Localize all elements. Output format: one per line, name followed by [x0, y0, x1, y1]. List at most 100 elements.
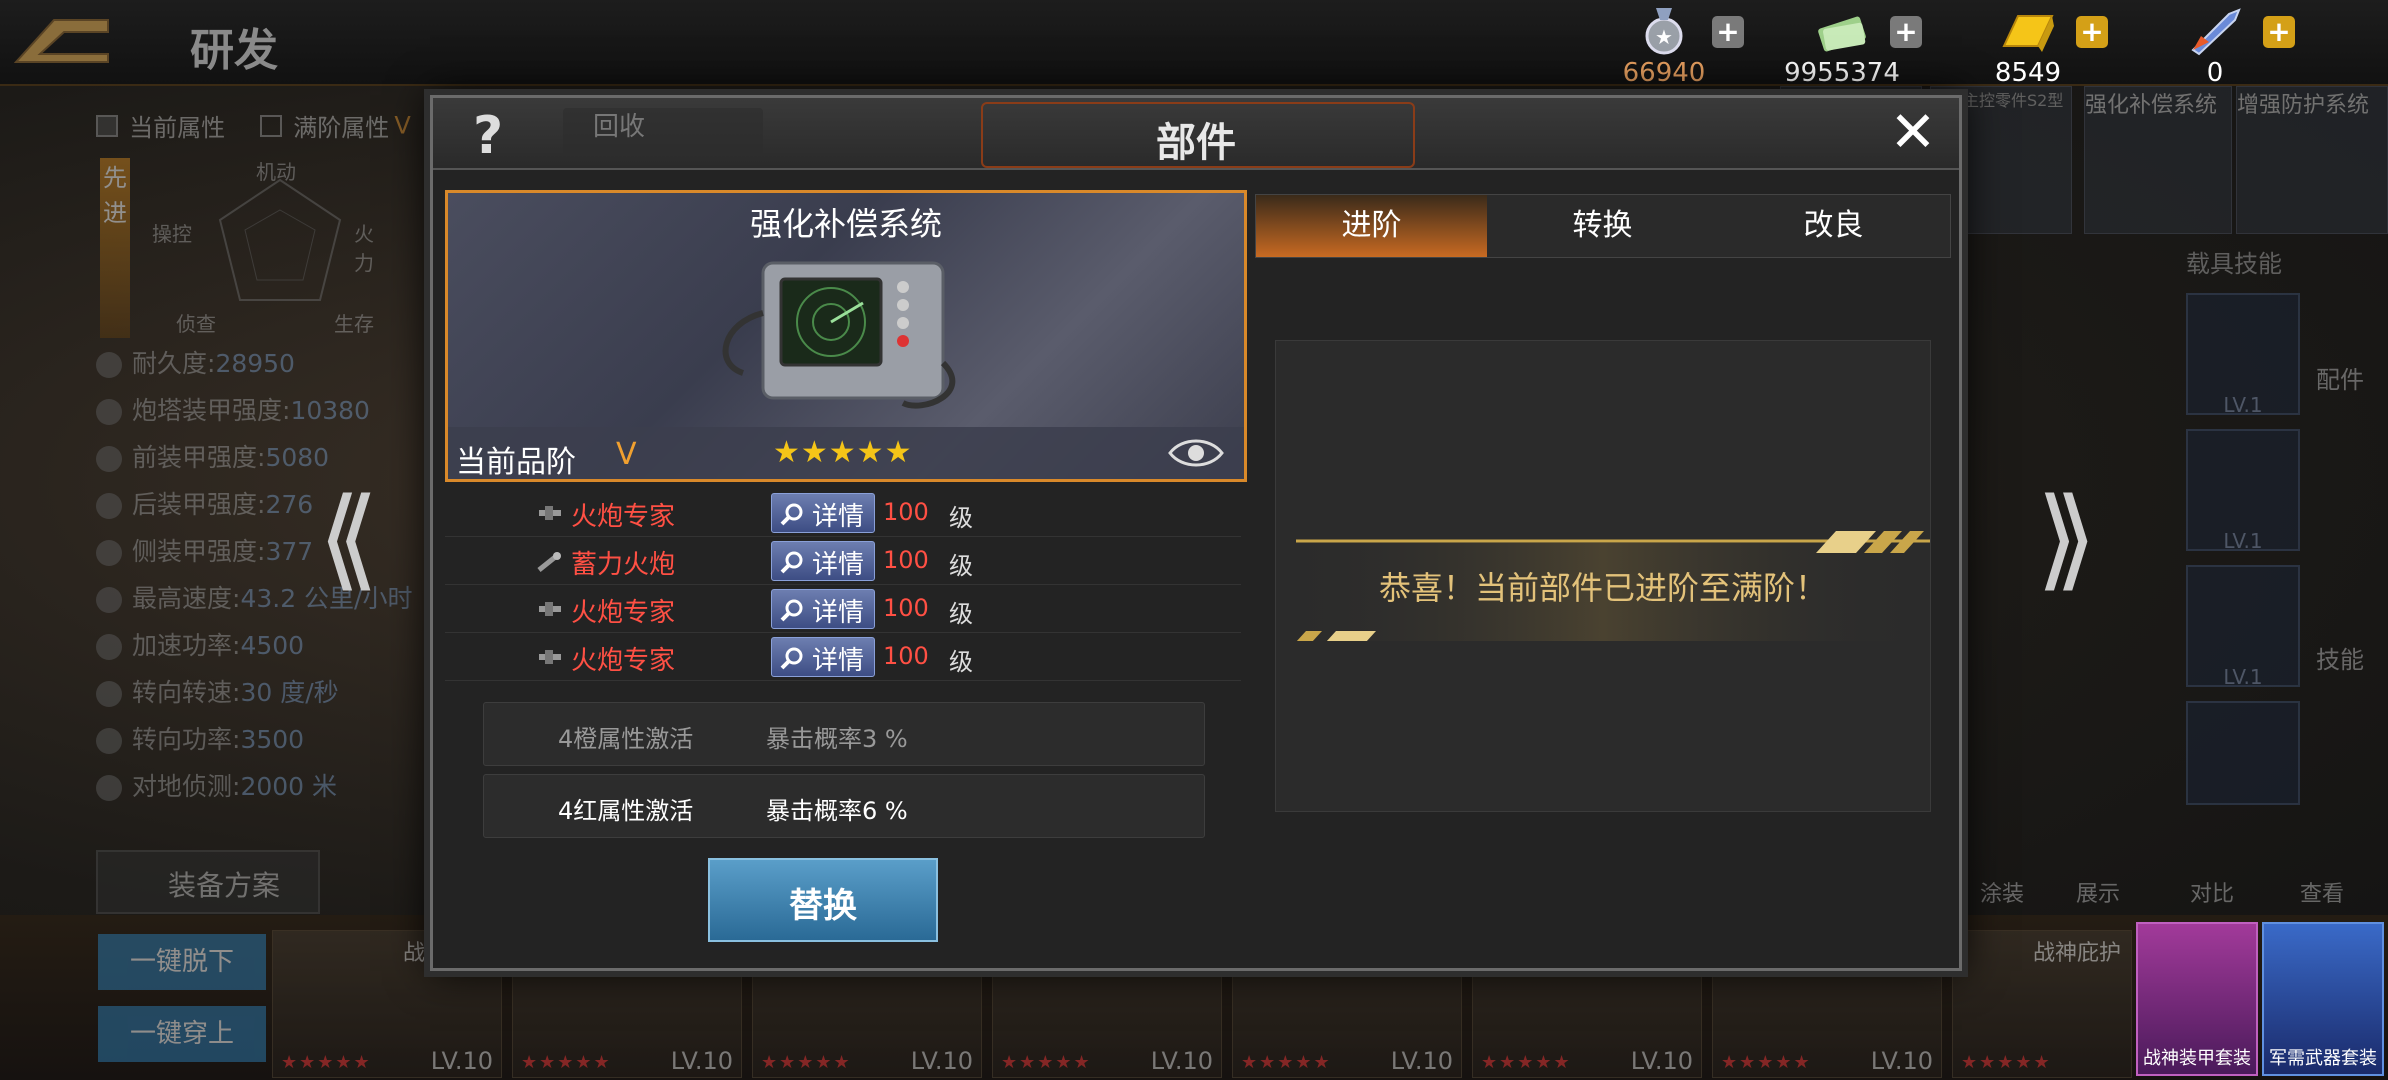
power-icon: [96, 728, 122, 754]
attr-toggle[interactable]: 当前属性 满阶属性 V: [96, 108, 416, 146]
tab-improve[interactable]: 改良: [1718, 195, 1949, 257]
set-badge-supply[interactable]: 军需武器套装: [2262, 922, 2384, 1076]
magnifier-icon: [780, 551, 803, 574]
radar-chart: 机动 操控 火力 侦查 生存: [90, 150, 390, 336]
detail-button[interactable]: 详情: [771, 589, 875, 629]
page-title: 研发: [190, 25, 278, 76]
detail-button[interactable]: 详情: [771, 637, 875, 677]
eye-icon[interactable]: [1168, 435, 1224, 471]
skill-level: 100: [883, 546, 929, 574]
skills-side-tab[interactable]: 技能: [2316, 640, 2364, 675]
tab-content: 恭喜！当前部件已进阶至满阶！: [1275, 340, 1931, 812]
skill-slot[interactable]: LV.1: [2186, 293, 2300, 417]
resource-cash: + 9955374: [1780, 6, 1922, 88]
svg-text:★: ★: [1655, 25, 1673, 49]
stat-row: 耐久度:28950: [96, 340, 436, 387]
compare-button[interactable]: 对比: [2190, 876, 2234, 908]
skill-level-unit: 级: [949, 648, 973, 676]
replace-button[interactable]: 替换: [708, 858, 938, 942]
radar-label-left: 操控: [152, 222, 192, 246]
parts-side-tab[interactable]: 配件: [2316, 360, 2364, 395]
equipment-slot[interactable]: 战神庇护 ★★★★★: [1952, 930, 2132, 1078]
cannon-icon: [539, 650, 561, 664]
part-slot[interactable]: 强化补偿系统: [2084, 86, 2232, 234]
bottom-actions: 涂装 展示 对比 查看: [1950, 820, 2370, 910]
detail-button[interactable]: 详情: [771, 493, 875, 533]
radar-label-bottom-left: 侦查: [176, 312, 216, 336]
resource-gold: + 8549: [1980, 6, 2108, 88]
stats-list: 耐久度:28950 炮塔装甲强度:10380 前装甲强度:5080 后装甲强度:…: [96, 340, 436, 810]
tab-advance[interactable]: 进阶: [1256, 195, 1487, 257]
stat-row: 加速功率:4500: [96, 622, 436, 669]
skill-level-unit: 级: [949, 600, 973, 628]
part-name: 强化补偿系统: [749, 205, 942, 243]
next-part-arrow[interactable]: ⟫: [2036, 478, 2097, 598]
set-badge-wargod[interactable]: 战神装甲套装: [2136, 922, 2258, 1076]
unequip-all-button[interactable]: 一键脱下: [98, 934, 266, 990]
paint-button[interactable]: 涂装: [1980, 876, 2024, 908]
magnifier-icon: [780, 503, 803, 526]
resource-rocket: + 0: [2170, 6, 2295, 88]
help-icon[interactable]: ?: [473, 106, 533, 166]
grade-label: 当前品阶: [456, 445, 576, 480]
medal-icon: ★ +: [1636, 6, 1744, 56]
top-bar: 研发 ★ + 66940 + 9955374 + 8549 + 0: [0, 0, 2388, 88]
medal-value: 66940: [1622, 58, 1706, 88]
stat-row: 炮塔装甲强度:10380: [96, 387, 436, 434]
recycle-label: 回收: [593, 112, 646, 142]
skill-name: 蓄力火炮: [571, 550, 676, 580]
radar-label-top: 机动: [256, 160, 296, 184]
skill-slot[interactable]: LV.1: [2186, 565, 2300, 689]
armor-icon: [96, 540, 122, 566]
close-icon[interactable]: ✕: [1883, 103, 1943, 163]
prev-part-arrow[interactable]: ⟪: [318, 478, 379, 598]
add-cash-button[interactable]: +: [1890, 16, 1922, 48]
equip-all-button[interactable]: 一键穿上: [98, 1006, 266, 1062]
max-attr-grade: V: [394, 111, 411, 140]
skill-slot[interactable]: [2186, 701, 2300, 805]
stat-row: 前装甲强度:5080: [96, 434, 436, 481]
stat-row: 最高速度:43.2 公里/小时: [96, 575, 436, 622]
cash-icon: +: [1814, 6, 1922, 56]
part-slot[interactable]: 增强防护系统: [2236, 86, 2388, 234]
skill-name: 火炮专家: [571, 598, 676, 628]
rocket-value: 0: [2206, 58, 2224, 88]
skill-row: 火炮专家 详情 100 级: [445, 634, 1241, 681]
skill-slot[interactable]: LV.1: [2186, 429, 2300, 553]
add-medal-button[interactable]: +: [1712, 16, 1744, 48]
stat-row: 转向功率:3500: [96, 716, 436, 763]
tab-bar: 进阶 转换 改良: [1255, 194, 1951, 258]
current-attr-checkbox[interactable]: [96, 114, 118, 137]
grade-stars: ★★★★★: [773, 435, 913, 470]
back-button[interactable]: [13, 14, 110, 64]
slot-stars: ★★★★★: [1001, 1052, 1092, 1073]
back-arrow-icon: [13, 19, 109, 63]
turn-speed-icon: [96, 681, 122, 707]
add-gold-button[interactable]: +: [2076, 16, 2108, 48]
tab-convert[interactable]: 转换: [1487, 195, 1718, 257]
max-level-message: 恭喜！当前部件已进阶至满阶！: [1378, 569, 1827, 607]
set-bonus-label: 4红属性激活: [558, 797, 694, 825]
set-bonus-value: 暴击概率3 %: [766, 725, 908, 753]
set-bonus-row: 4橙属性激活 暴击概率3 %: [483, 702, 1205, 766]
show-button[interactable]: 展示: [2076, 876, 2120, 908]
parts-dialog: 部件 ? 回收 ✕ 强化补偿系统 当前品阶 V ★★★★★ 火炮专家 详情 10…: [430, 95, 1962, 971]
max-attr-label: 满阶属性: [293, 114, 390, 142]
detail-button[interactable]: 详情: [771, 541, 875, 581]
grade-bar: 当前品阶 V ★★★★★: [448, 427, 1244, 480]
magnifier-icon: [780, 599, 803, 622]
add-rocket-button[interactable]: +: [2263, 16, 2295, 48]
view-button[interactable]: 查看: [2300, 876, 2344, 908]
speed-icon: [96, 587, 122, 613]
vehicle-skills-title: 载具技能: [2186, 250, 2282, 278]
max-attr-checkbox[interactable]: [260, 114, 283, 137]
gold-value: 8549: [1994, 58, 2062, 88]
equip-plan-button[interactable]: 装备方案: [96, 850, 320, 914]
slot-stars: ★★★★★: [1481, 1052, 1572, 1073]
set-bonus-row: 4红属性激活 暴击概率6 %: [483, 774, 1205, 838]
dialog-header: 部件 ? 回收 ✕: [433, 98, 1959, 170]
stat-row: 转向转速:30 度/秒: [96, 669, 436, 716]
stat-row: 对地侦测:2000 米: [96, 763, 436, 810]
durability-icon: [96, 352, 122, 378]
slot-stars: ★★★★★: [281, 1052, 372, 1073]
